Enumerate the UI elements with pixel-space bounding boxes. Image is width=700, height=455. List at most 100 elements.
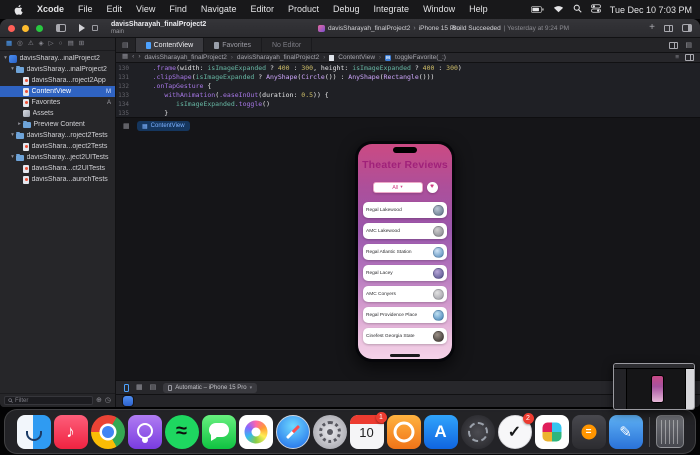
crumb-file[interactable]: ContentView xyxy=(338,54,375,61)
back-icon[interactable] xyxy=(132,54,134,61)
source-control-navigator-icon[interactable] xyxy=(17,41,23,48)
menu-file[interactable]: File xyxy=(71,0,100,19)
canvas-grid-icon[interactable] xyxy=(123,122,130,130)
dock-trash-icon[interactable] xyxy=(655,415,684,448)
dock-checkmark-app-icon[interactable]: 2 xyxy=(497,412,534,449)
dock-privacy-app-icon[interactable] xyxy=(460,414,495,449)
toggle-inspector-icon[interactable] xyxy=(682,24,692,32)
tree-row-group[interactable]: davisSharay...inalProject2 xyxy=(0,64,115,75)
theater-row[interactable]: Regal Atlantic Station xyxy=(363,244,447,260)
disclosure-icon[interactable] xyxy=(16,122,23,128)
minimize-button[interactable] xyxy=(22,24,29,32)
scheme-selector[interactable]: davisSharayah_finalProject2 iPhone 15 Pr… xyxy=(318,19,460,38)
dock-appstore-icon[interactable] xyxy=(423,414,458,449)
project-navigator-icon[interactable] xyxy=(6,41,12,48)
menu-view[interactable]: View xyxy=(129,0,162,19)
tree-row-project[interactable]: davisSharay...inalProject2 xyxy=(0,53,115,64)
menu-integrate[interactable]: Integrate xyxy=(367,0,417,19)
tab-favorites[interactable]: Favorites xyxy=(204,38,262,52)
favorites-heart-button[interactable] xyxy=(426,182,438,193)
tree-row-tests-group[interactable]: davisSharay...roject2Tests xyxy=(0,130,115,141)
menu-help[interactable]: Help xyxy=(462,0,495,19)
preview-screen[interactable]: Theater Reviews All Regal Lakewood AMC L… xyxy=(358,144,452,359)
tree-row-contentview[interactable]: ContentView M xyxy=(0,86,115,97)
issue-navigator-icon[interactable] xyxy=(28,41,34,48)
editor-options-icon[interactable] xyxy=(664,24,673,32)
dock-messages-icon[interactable] xyxy=(201,414,236,449)
live-preview-icon[interactable] xyxy=(124,383,129,392)
tree-row-preview-content[interactable]: Preview Content xyxy=(0,119,115,130)
report-navigator-icon[interactable] xyxy=(79,41,84,48)
tab-overview-icon[interactable] xyxy=(116,38,136,52)
crumb-project[interactable]: davisSharayah_finalProject2 xyxy=(145,54,227,61)
test-navigator-icon[interactable] xyxy=(49,41,54,48)
tree-row-uitests-group[interactable]: davisSharay...ject2UITests xyxy=(0,152,115,163)
variants-icon[interactable] xyxy=(136,384,143,391)
disclosure-icon[interactable] xyxy=(9,133,16,139)
toggle-navigator-icon[interactable] xyxy=(56,24,66,32)
dock-orange-app-icon[interactable] xyxy=(386,414,421,449)
menu-editor[interactable]: Editor xyxy=(243,0,281,19)
close-button[interactable] xyxy=(8,24,15,32)
dock-safari-icon[interactable] xyxy=(275,414,310,449)
tab-contentview[interactable]: ContentView xyxy=(135,38,205,52)
tree-row-app-file[interactable]: davisShara...roject2App xyxy=(0,75,115,86)
related-items-icon[interactable] xyxy=(122,54,128,61)
menu-debug[interactable]: Debug xyxy=(326,0,367,19)
theater-row[interactable]: Cinefest Georgia State xyxy=(363,328,447,344)
debug-navigator-icon[interactable] xyxy=(59,41,63,48)
editor-layout-icon[interactable] xyxy=(685,41,692,49)
dock-spotify-icon[interactable] xyxy=(164,414,199,449)
apple-menu[interactable] xyxy=(8,4,30,16)
dock-calendar-icon[interactable]: 10 1 xyxy=(349,411,387,449)
dock-finder-icon[interactable] xyxy=(16,414,51,449)
zoom-button[interactable] xyxy=(36,24,43,32)
run-button[interactable] xyxy=(79,24,85,32)
dock-slack-icon[interactable] xyxy=(534,414,569,449)
theater-row[interactable]: Regal Providence Place xyxy=(363,307,447,323)
dock-photos-icon[interactable] xyxy=(238,414,273,449)
menu-window[interactable]: Window xyxy=(416,0,462,19)
tree-row-uitests-file[interactable]: davisShara...ct2UITests xyxy=(0,163,115,174)
menu-navigate[interactable]: Navigate xyxy=(194,0,244,19)
dock-calculator-icon[interactable] xyxy=(571,414,606,449)
menu-edit[interactable]: Edit xyxy=(100,0,130,19)
tree-row-assets[interactable]: Assets xyxy=(0,108,115,119)
build-status[interactable]: Build Succeeded | Yesterday at 9:24 PM xyxy=(452,19,569,38)
tree-row-tests-file[interactable]: davisShara...oject2Tests xyxy=(0,141,115,152)
device-selector[interactable]: Automatic – iPhone 15 Pro xyxy=(163,382,258,393)
breakpoint-navigator-icon[interactable] xyxy=(68,41,74,48)
control-center-icon[interactable] xyxy=(590,4,601,15)
dock-music-icon[interactable] xyxy=(53,414,88,449)
menu-find[interactable]: Find xyxy=(162,0,194,19)
add-editor-icon[interactable] xyxy=(669,41,679,49)
split-editor-icon[interactable] xyxy=(685,54,694,61)
theater-row[interactable]: Regal Lakewood xyxy=(363,202,447,218)
crumb-symbol[interactable]: toggleFavorite(_:) xyxy=(395,54,446,61)
dock-pencil-app-icon[interactable] xyxy=(608,414,643,449)
disclosure-icon[interactable] xyxy=(9,155,16,161)
screenshot-thumbnail[interactable] xyxy=(613,363,695,410)
device-settings-icon[interactable] xyxy=(150,384,157,391)
minimap-menu-icon[interactable] xyxy=(675,54,679,61)
wifi-icon[interactable] xyxy=(553,5,564,15)
theater-filter-dropdown[interactable]: All xyxy=(372,182,423,193)
preview-target-pill[interactable]: ContentView xyxy=(137,121,190,131)
dock-podcasts-icon[interactable] xyxy=(127,414,162,449)
debug-button[interactable] xyxy=(123,396,133,406)
stop-button[interactable] xyxy=(92,25,98,31)
dock-chrome-icon[interactable] xyxy=(90,414,125,449)
recent-files-icon[interactable] xyxy=(105,397,111,404)
filter-input[interactable]: Filter xyxy=(4,396,94,405)
tree-row-launchtests-file[interactable]: davisShara...aunchTests xyxy=(0,174,115,185)
menu-xcode[interactable]: Xcode xyxy=(30,0,71,19)
disclosure-icon[interactable] xyxy=(9,67,16,73)
theater-row[interactable]: Regal Lacey xyxy=(363,265,447,281)
disclosure-icon[interactable] xyxy=(2,56,9,62)
search-icon[interactable] xyxy=(573,4,582,15)
tree-row-favorites[interactable]: Favorites A xyxy=(0,97,115,108)
theater-row[interactable]: AMC Conyers xyxy=(363,286,447,302)
symbol-navigator-icon[interactable] xyxy=(39,41,44,48)
dock-settings-icon[interactable] xyxy=(312,414,347,449)
forward-icon[interactable] xyxy=(138,54,140,61)
